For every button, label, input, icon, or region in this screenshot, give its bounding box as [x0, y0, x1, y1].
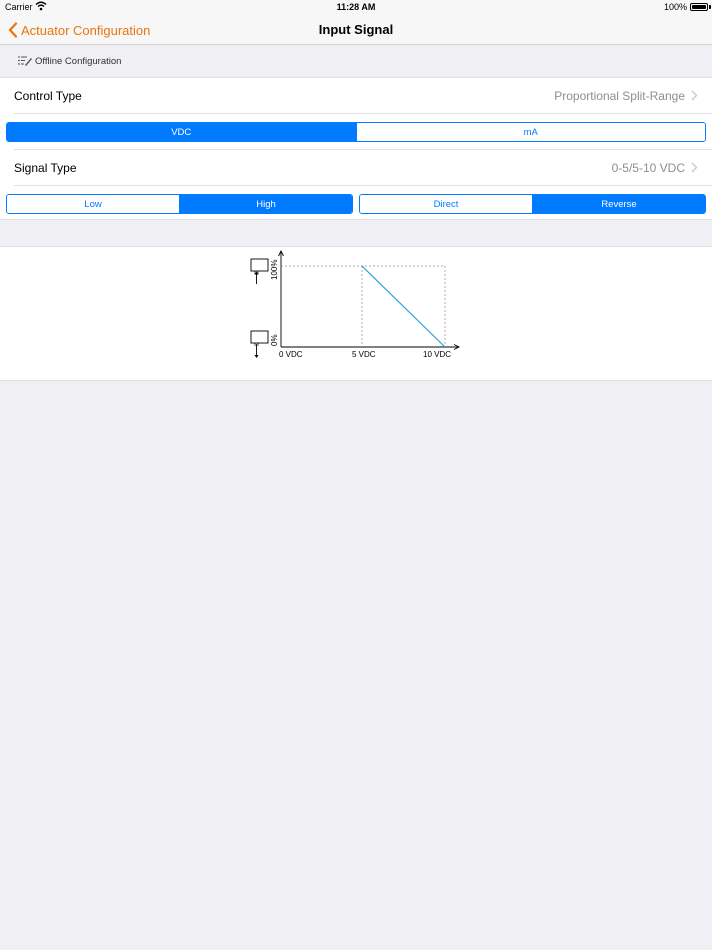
signal-type-cell[interactable]: Signal Type 0-5/5-10 VDC — [0, 150, 712, 185]
direction-segmented-control: Direct Reverse — [359, 194, 706, 214]
x-label-5: 5 VDC — [352, 350, 376, 359]
segment-vdc[interactable]: VDC — [7, 123, 356, 141]
x-label-10: 10 VDC — [423, 350, 451, 359]
actuator-down-icon — [250, 330, 269, 358]
control-type-value: Proportional Split-Range — [554, 89, 685, 103]
range-segmented-control: Low High — [6, 194, 353, 214]
segment-high[interactable]: High — [179, 195, 352, 213]
signal-diagram-section: 100% 0% 0 VDC 5 VDC 10 VDC — [0, 246, 712, 381]
status-bar: Carrier 11:28 AM 100% — [0, 0, 712, 15]
signal-type-value: 0-5/5-10 VDC — [611, 161, 685, 175]
edit-list-icon — [18, 56, 32, 66]
segment-low[interactable]: Low — [7, 195, 179, 213]
battery-icon — [690, 3, 708, 11]
signal-type-label: Signal Type — [14, 161, 77, 175]
battery-percentage: 100% — [663, 2, 687, 12]
chevron-right-icon — [691, 162, 698, 173]
configuration-section: Control Type Proportional Split-Range VD… — [0, 77, 712, 220]
offline-configuration-label: Offline Configuration — [35, 56, 122, 67]
offline-configuration-header: Offline Configuration — [0, 45, 712, 77]
y-bottom-label: 0% — [270, 334, 279, 346]
control-type-cell[interactable]: Control Type Proportional Split-Range — [0, 78, 712, 113]
status-time: 11:28 AM — [336, 2, 376, 12]
segment-direct[interactable]: Direct — [360, 195, 532, 213]
page-title: Input Signal — [318, 22, 394, 37]
x-label-0: 0 VDC — [279, 350, 303, 359]
y-top-label: 100% — [270, 260, 279, 280]
control-type-label: Control Type — [14, 89, 82, 103]
segment-ma[interactable]: mA — [355, 123, 705, 141]
signal-diagram: 100% 0% 0 VDC 5 VDC 10 VDC — [250, 249, 461, 359]
signal-line — [361, 265, 446, 348]
divider — [14, 113, 712, 114]
unit-segmented-control: VDC mA — [6, 122, 706, 142]
navigation-bar: Actuator Configuration Input Signal — [0, 15, 712, 45]
guide-lines — [281, 265, 446, 347]
battery-nub — [709, 5, 711, 9]
actuator-up-icon — [250, 258, 269, 284]
segment-reverse[interactable]: Reverse — [532, 195, 705, 213]
divider — [14, 185, 712, 186]
chevron-right-icon — [691, 90, 698, 101]
